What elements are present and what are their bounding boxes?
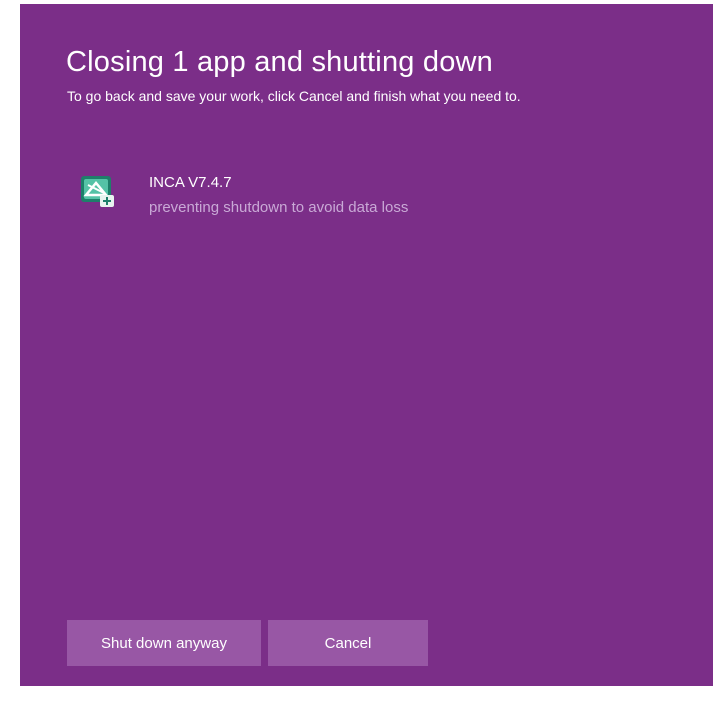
dialog-title: Closing 1 app and shutting down [66, 46, 493, 78]
app-name: INCA V7.4.7 [149, 174, 232, 191]
shut-down-anyway-button[interactable]: Shut down anyway [67, 620, 261, 666]
app-status: preventing shutdown to avoid data loss [149, 199, 409, 216]
shutdown-screen: Closing 1 app and shutting down To go ba… [20, 4, 713, 686]
dialog-subtitle: To go back and save your work, click Can… [67, 88, 521, 104]
inca-app-icon [78, 173, 116, 209]
cancel-button[interactable]: Cancel [268, 620, 428, 666]
blocking-app-item: INCA V7.4.7 preventing shutdown to avoid… [78, 168, 638, 228]
